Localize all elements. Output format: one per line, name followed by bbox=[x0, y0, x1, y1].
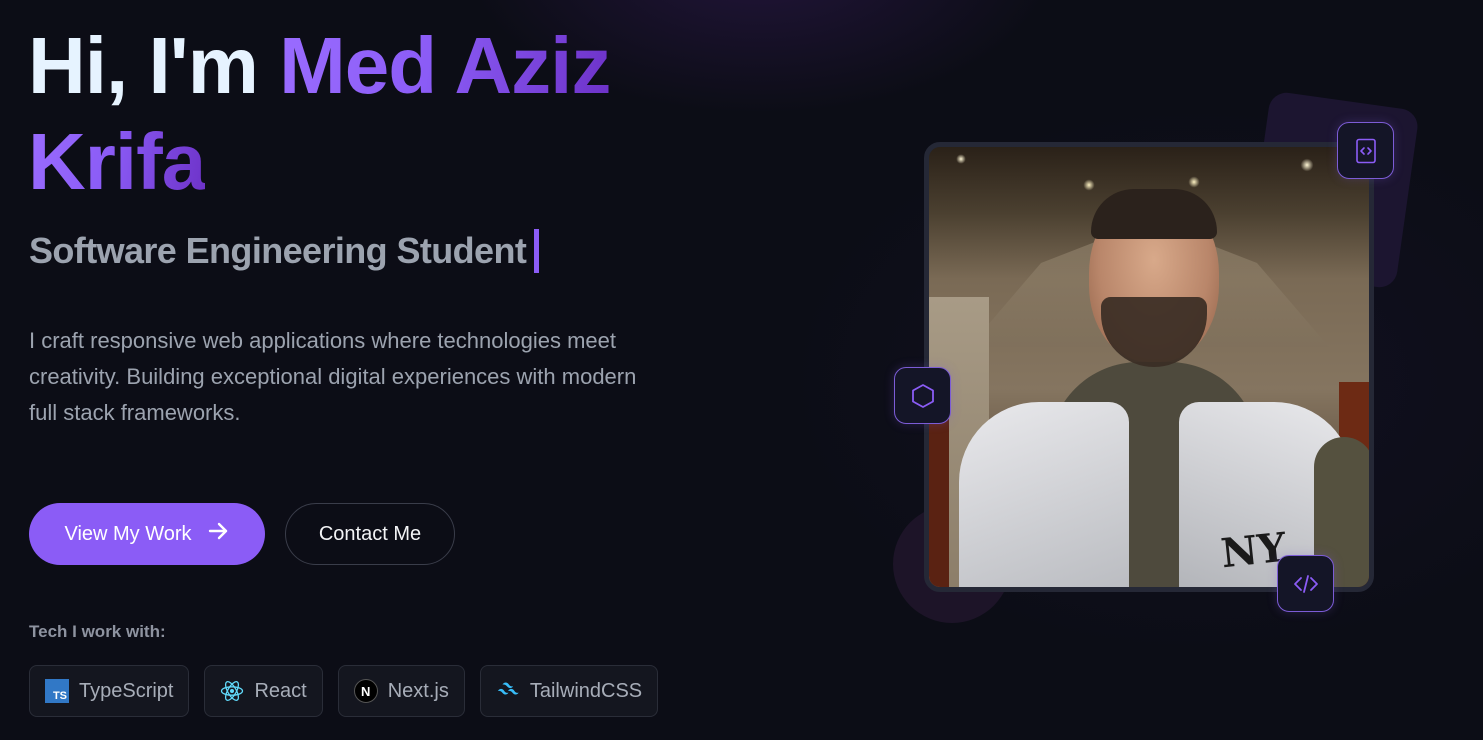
tech-chip-nextjs[interactable]: N Next.js bbox=[337, 665, 465, 717]
tailwind-icon bbox=[496, 679, 520, 703]
profile-photo: NY bbox=[929, 147, 1369, 587]
intro-line-3: full stack frameworks. bbox=[29, 400, 241, 425]
contact-me-button[interactable]: Contact Me bbox=[285, 503, 455, 565]
tech-chip-tailwindcss[interactable]: TailwindCSS bbox=[479, 665, 659, 717]
role-subtitle: Software Engineering Student bbox=[29, 226, 540, 276]
arrow-right-icon bbox=[206, 519, 230, 549]
nextjs-icon: N bbox=[353, 679, 378, 703]
tech-chip-react[interactable]: React bbox=[204, 665, 323, 717]
typing-cursor bbox=[534, 229, 540, 273]
view-my-work-button[interactable]: View My Work bbox=[29, 503, 265, 565]
hero-section: Hi, I'm Med Aziz Krifa Software Engineer… bbox=[0, 0, 1483, 740]
tech-chip-label: TailwindCSS bbox=[529, 679, 643, 702]
intro-line-2: creativity. Building exceptional digital… bbox=[29, 364, 637, 389]
code-file-icon[interactable] bbox=[1337, 122, 1394, 179]
role-text: Software Engineering Student bbox=[29, 230, 527, 271]
tech-chip-label: Next.js bbox=[387, 679, 449, 702]
code-tag-icon[interactable] bbox=[1277, 555, 1334, 612]
tech-chip-label: TypeScript bbox=[79, 679, 174, 702]
intro-line-1: I craft responsive web applications wher… bbox=[29, 328, 616, 353]
profile-photo-frame: NY bbox=[924, 142, 1374, 592]
hexagon-icon[interactable] bbox=[894, 367, 951, 424]
name-line1: Med Aziz bbox=[279, 21, 611, 110]
react-icon bbox=[220, 679, 244, 703]
tech-chip-label: React bbox=[254, 679, 307, 702]
view-my-work-label: View My Work bbox=[64, 522, 192, 545]
intro-paragraph: I craft responsive web applications wher… bbox=[29, 323, 729, 431]
name-line2: Krifa bbox=[28, 117, 206, 206]
typescript-icon: TS bbox=[45, 679, 69, 703]
hero-headline: Hi, I'm Med Aziz Krifa bbox=[28, 18, 611, 210]
tech-chip-typescript[interactable]: TS TypeScript bbox=[29, 665, 190, 717]
tech-list: TS TypeScript React N Next.js TailwindCS… bbox=[29, 665, 659, 717]
tech-label: Tech I work with: bbox=[29, 622, 166, 641]
greeting-text: Hi, I'm bbox=[28, 21, 280, 110]
